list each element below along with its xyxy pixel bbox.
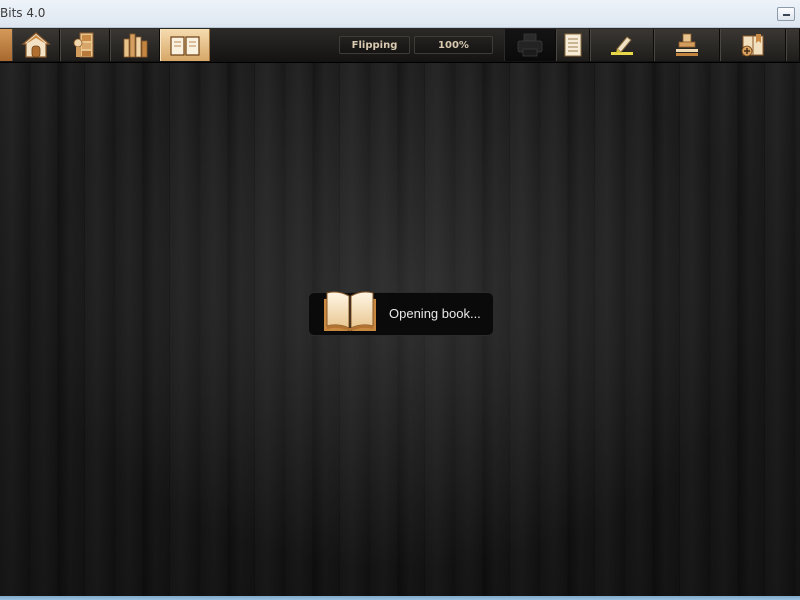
books-icon [123, 33, 148, 58]
books-button[interactable] [110, 29, 160, 61]
zoom-selector[interactable]: 100% [414, 36, 493, 54]
home-icon [21, 32, 51, 58]
highlight-button[interactable] [590, 29, 654, 61]
printer-icon [517, 33, 543, 57]
add-bookmark-icon [741, 34, 764, 57]
loading-message: Opening book... [389, 306, 481, 321]
minimize-button[interactable] [777, 7, 795, 21]
reader-button[interactable] [160, 29, 210, 61]
library-button[interactable] [60, 29, 110, 61]
toolbar: Flipping 100% [0, 28, 800, 63]
toolbar-left-edge [0, 29, 12, 61]
loading-popup: Opening book... [308, 291, 494, 336]
title-bar: Bits 4.0 [0, 0, 800, 28]
print-button[interactable] [504, 29, 556, 61]
add-bookmark-button[interactable] [720, 29, 786, 61]
window-bottom-border [0, 596, 800, 600]
bookshelf-icon [73, 32, 94, 58]
minimize-icon [783, 14, 790, 16]
window-title: Bits 4.0 [0, 6, 46, 20]
view-mode-selector[interactable]: Flipping [339, 36, 410, 54]
home-button[interactable] [12, 29, 60, 61]
stamp-button[interactable] [654, 29, 720, 61]
notes-button[interactable] [556, 29, 590, 61]
stamp-icon [676, 33, 698, 56]
highlighter-icon [611, 36, 633, 55]
notepad-icon [564, 33, 582, 57]
open-book-icon [324, 291, 376, 331]
open-book-icon [170, 36, 200, 56]
more-button[interactable] [786, 29, 800, 61]
